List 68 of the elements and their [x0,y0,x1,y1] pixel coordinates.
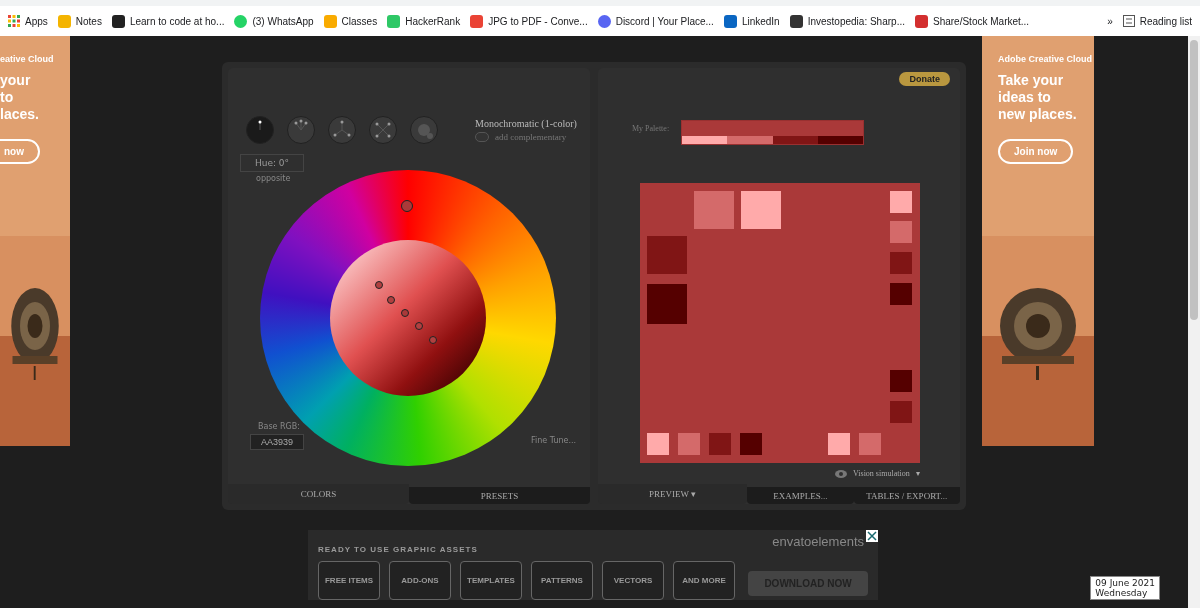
hue-field[interactable]: Hue: 0° [240,154,304,172]
panel-tab[interactable]: PRESETS [409,487,590,504]
envato-logo: envatoelements [772,534,864,549]
ad-brand: Adobe Creative Cloud [998,54,1092,64]
site-icon [789,14,803,28]
ad-headline: your [0,72,31,89]
ad-headline: new places. [998,106,1077,123]
bookmark-link[interactable]: (3) WhatsApp [234,14,314,28]
scheme-knob-icon[interactable] [410,116,438,144]
apps-grid-icon [8,15,20,27]
toggle-switch[interactable] [475,132,489,142]
ad-headline: Take your [998,72,1064,89]
panel-tab[interactable]: PREVIEW ▾ [598,484,748,504]
scheme-knob-icon[interactable] [246,116,274,144]
ad-brand: eative Cloud [0,54,54,64]
bookmark-link[interactable]: Apps [8,15,48,27]
category-button[interactable]: FREE ITEMS [318,561,380,600]
site-icon [111,14,125,28]
site-icon [57,14,71,28]
scheme-knob-icon[interactable] [369,116,397,144]
date-text: 09 June 2021 [1095,578,1155,588]
opposite-label: opposite [256,174,291,183]
base-rgb-field[interactable]: AA3939 [250,434,304,450]
day-text: Wednesday [1095,588,1149,598]
more-bookmarks-button[interactable]: » [1107,15,1113,27]
category-button[interactable]: TEMPLATES [460,561,522,600]
scheme-knob-icon[interactable] [328,116,356,144]
close-icon[interactable] [866,530,878,542]
bookmark-link[interactable]: Notes [57,14,102,28]
site-icon [234,14,248,28]
ad-headline: to [0,89,14,106]
site-icon [470,14,484,28]
fine-tune-link[interactable]: Fine Tune... [531,436,577,445]
caret-icon: ▾ [915,469,920,478]
site-icon [723,14,737,28]
ad-headline: laces. [0,106,39,123]
category-button[interactable]: AND MORE [673,561,735,600]
bookmark-link[interactable]: Discord | Your Place... [597,14,714,28]
bookmark-link[interactable]: LinkedIn [723,14,780,28]
list-icon [1122,15,1135,27]
category-button[interactable]: PATTERNS [531,561,593,600]
bookmark-link[interactable]: Share/Stock Market... [915,14,1030,28]
site-icon [915,14,928,28]
ad-headline: ideas to [998,89,1051,106]
bookmark-link[interactable]: Learn to code at ho... [111,14,225,28]
panel-tab[interactable]: TABLES / EXPORT... [853,487,960,504]
category-button[interactable]: VECTORS [602,561,664,600]
bookmark-link[interactable]: JPG to PDF - Conve... [470,14,588,28]
ad-heading: READY TO USE GRAPHIC ASSETS [318,545,478,554]
category-button[interactable]: ADD-ONS [389,561,451,600]
bookmark-link[interactable]: HackerRank [387,14,461,28]
bookmark-link[interactable]: Investopedia: Sharp... [789,14,905,28]
scheme-knob-icon[interactable] [287,116,315,144]
scheme-label: Monochromatic (1-color) [475,118,577,129]
scrollbar[interactable] [1188,36,1200,608]
base-rgb-label: Base RGB: [258,422,300,431]
palette-label: My Palette: [632,124,670,135]
site-icon [323,14,337,28]
donate-button[interactable]: Donate [899,72,950,86]
vision-simulation-menu[interactable]: Vision simulation [853,469,910,478]
eye-icon [835,469,847,478]
reading-list-button[interactable]: Reading list [1122,15,1192,27]
panel-tab[interactable]: COLORS [228,484,409,504]
site-icon [387,14,401,28]
toggle-label: add complementary [495,132,567,142]
panel-tab[interactable]: EXAMPLES... [747,487,854,504]
site-icon [597,14,611,28]
bookmark-link[interactable]: Classes [323,14,378,28]
